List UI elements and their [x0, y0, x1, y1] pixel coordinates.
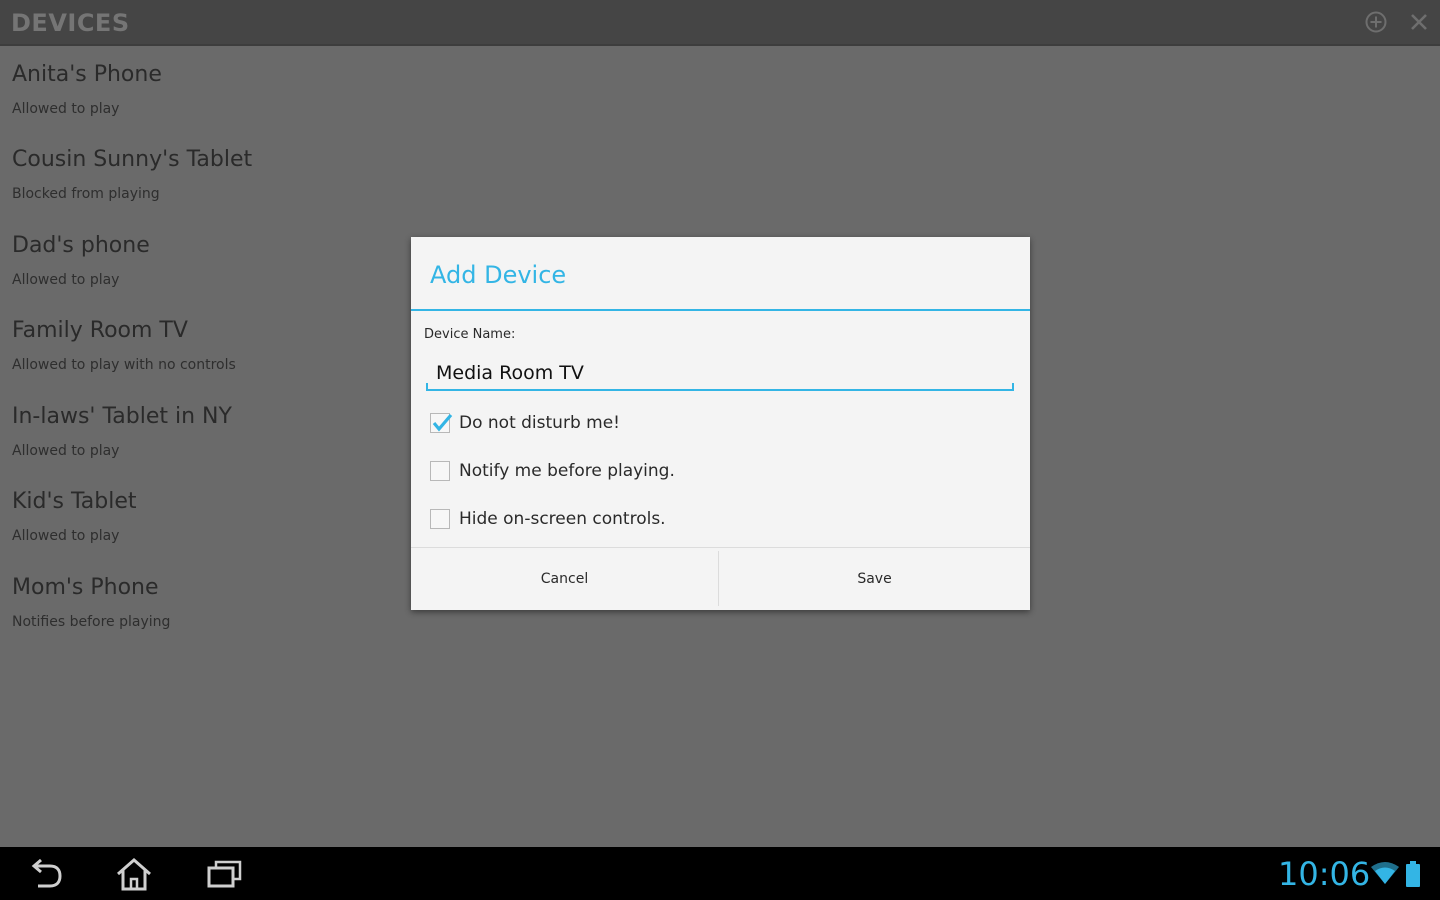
- device-name-input[interactable]: [426, 357, 1014, 391]
- list-item[interactable]: Kid's Tablet Allowed to play: [0, 475, 400, 561]
- cancel-button[interactable]: Cancel: [411, 548, 718, 610]
- checkbox-unchecked[interactable]: [430, 461, 450, 481]
- device-name: Dad's phone: [12, 233, 150, 258]
- device-status: Allowed to play: [12, 272, 120, 288]
- device-name: In-laws' Tablet in NY: [12, 404, 232, 429]
- checkbox-unchecked[interactable]: [430, 509, 450, 529]
- option-do-not-disturb[interactable]: Do not disturb me!: [430, 410, 620, 436]
- list-item[interactable]: In-laws' Tablet in NY Allowed to play: [0, 390, 400, 476]
- option-label: Notify me before playing.: [459, 461, 675, 481]
- add-circle-icon[interactable]: [1363, 9, 1389, 35]
- checkmark-icon: [432, 413, 453, 432]
- status-clock: 10:06: [1278, 855, 1371, 893]
- recent-apps-icon[interactable]: [204, 855, 244, 893]
- list-item[interactable]: Anita's Phone Allowed to play: [0, 48, 400, 134]
- option-label: Hide on-screen controls.: [459, 509, 666, 529]
- option-hide-controls[interactable]: Hide on-screen controls.: [430, 506, 666, 532]
- device-status: Allowed to play: [12, 528, 120, 544]
- dialog-title: Add Device: [430, 261, 567, 289]
- list-item[interactable]: Cousin Sunny's Tablet Blocked from playi…: [0, 133, 400, 219]
- device-name-label: Device Name:: [424, 327, 516, 342]
- home-icon[interactable]: [114, 855, 154, 893]
- save-button[interactable]: Save: [719, 548, 1030, 610]
- dialog-title-divider: [411, 309, 1030, 311]
- input-underline-tick: [1012, 383, 1014, 391]
- device-name: Kid's Tablet: [12, 489, 137, 514]
- list-item[interactable]: Mom's Phone Notifies before playing: [0, 561, 400, 647]
- checkbox-checked[interactable]: [430, 413, 453, 433]
- device-status: Blocked from playing: [12, 186, 160, 202]
- device-name: Anita's Phone: [12, 62, 162, 87]
- close-icon[interactable]: [1406, 9, 1432, 35]
- device-status: Allowed to play: [12, 101, 120, 117]
- input-underline-tick: [426, 383, 428, 391]
- device-name: Family Room TV: [12, 318, 188, 343]
- device-name: Mom's Phone: [12, 575, 159, 600]
- battery-icon: [1404, 861, 1422, 891]
- option-label: Do not disturb me!: [459, 413, 620, 433]
- list-item[interactable]: Family Room TV Allowed to play with no c…: [0, 304, 400, 390]
- option-notify-before-playing[interactable]: Notify me before playing.: [430, 458, 675, 484]
- add-device-dialog: Add Device Device Name: Do not disturb m…: [411, 237, 1030, 610]
- device-name: Cousin Sunny's Tablet: [12, 147, 253, 172]
- list-item[interactable]: Dad's phone Allowed to play: [0, 219, 400, 305]
- back-icon[interactable]: [26, 855, 66, 893]
- action-bar: DEVICES: [0, 0, 1440, 46]
- device-status: Notifies before playing: [12, 614, 171, 630]
- action-bar-title: DEVICES: [11, 9, 130, 37]
- wifi-icon: [1370, 861, 1400, 889]
- device-status: Allowed to play with no controls: [12, 357, 236, 373]
- device-status: Allowed to play: [12, 443, 120, 459]
- system-nav-bar: 10:06: [0, 847, 1440, 900]
